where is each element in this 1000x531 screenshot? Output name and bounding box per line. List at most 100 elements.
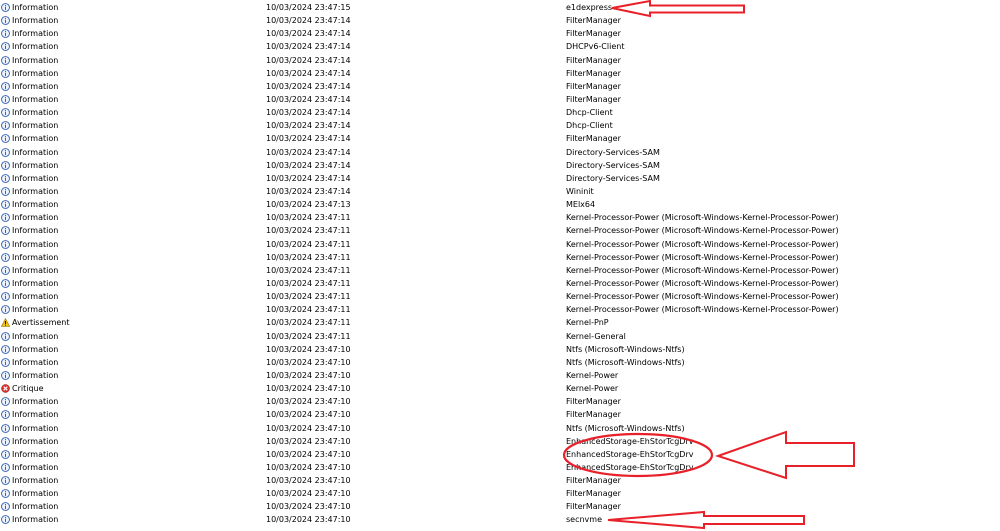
- event-datetime: 10/03/2024 23:47:11: [266, 265, 351, 275]
- event-row[interactable]: Avertissement 10/03/2024 23:47:11 Kernel-P…: [0, 316, 1000, 329]
- event-source: FilterManager: [566, 134, 621, 144]
- event-row[interactable]: Critique 10/03/2024 23:47:10 Kernel-Power: [0, 382, 1000, 395]
- event-datetime: 10/03/2024 23:47:10: [266, 344, 351, 354]
- event-row[interactable]: Information 10/03/2024 23:47:11 Kernel-Pro…: [0, 211, 1000, 224]
- info-icon: [1, 476, 10, 485]
- event-level: Information: [12, 357, 59, 367]
- event-source: EnhancedStorage-EhStorTcgDrv: [566, 436, 694, 446]
- info-icon: [1, 397, 10, 407]
- event-row[interactable]: Information 10/03/2024 23:47:10 FilterMana…: [0, 500, 1000, 513]
- event-datetime: 10/03/2024 23:47:14: [266, 29, 351, 39]
- info-icon: [1, 160, 10, 170]
- event-row[interactable]: Information 10/03/2024 23:47:14 FilterMana…: [0, 80, 1000, 93]
- event-datetime: 10/03/2024 23:47:10: [266, 370, 351, 380]
- event-datetime: 10/03/2024 23:47:10: [266, 357, 351, 367]
- event-row[interactable]: Information 10/03/2024 23:47:11 Kernel-Gen…: [0, 330, 1000, 343]
- info-icon: [1, 173, 10, 183]
- event-row[interactable]: Information 10/03/2024 23:47:14 FilterMana…: [0, 54, 1000, 67]
- event-row[interactable]: Information 10/03/2024 23:47:11 Kernel-Pro…: [0, 224, 1000, 237]
- event-source: Directory-Services-SAM: [566, 147, 660, 157]
- event-row[interactable]: Information 10/03/2024 23:47:11 Kernel-Pro…: [0, 264, 1000, 277]
- event-row[interactable]: Information 10/03/2024 23:47:10 EnhancedSt…: [0, 448, 1000, 461]
- event-row[interactable]: Information 10/03/2024 23:47:14 Dhcp-Clien…: [0, 119, 1000, 132]
- event-row[interactable]: Information 10/03/2024 23:47:11 Kernel-Pro…: [0, 277, 1000, 290]
- event-source: Directory-Services-SAM: [566, 160, 660, 170]
- info-icon: [1, 502, 10, 512]
- event-row[interactable]: Information 10/03/2024 23:47:14 Dhcp-Clien…: [0, 106, 1000, 119]
- info-icon: [1, 108, 10, 118]
- event-row[interactable]: Information 10/03/2024 23:47:10 FilterMana…: [0, 408, 1000, 421]
- event-datetime: 10/03/2024 23:47:13: [266, 200, 351, 210]
- event-row[interactable]: Information 10/03/2024 23:47:11 Kernel-Pro…: [0, 303, 1000, 316]
- event-level: Information: [12, 200, 59, 210]
- event-level: Information: [12, 423, 59, 433]
- event-row[interactable]: Information 10/03/2024 23:47:10 FilterMana…: [0, 474, 1000, 487]
- event-row[interactable]: Information 10/03/2024 23:47:14 FilterMana…: [0, 132, 1000, 145]
- event-source: FilterManager: [566, 476, 621, 486]
- event-row[interactable]: Information 10/03/2024 23:47:10 Ntfs (Micr…: [0, 422, 1000, 435]
- event-datetime: 10/03/2024 23:47:10: [266, 410, 351, 420]
- event-row[interactable]: Information 10/03/2024 23:47:14 FilterMana…: [0, 93, 1000, 106]
- event-row[interactable]: Information 10/03/2024 23:47:10 Ntfs (Micr…: [0, 356, 1000, 369]
- event-row[interactable]: Information 10/03/2024 23:47:14 Directory-…: [0, 172, 1000, 185]
- event-level: Information: [12, 226, 59, 236]
- event-row[interactable]: Information 10/03/2024 23:47:14 Directory-…: [0, 159, 1000, 172]
- event-row[interactable]: Information 10/03/2024 23:47:11 Kernel-Pro…: [0, 251, 1000, 264]
- info-icon: [1, 344, 10, 354]
- info-icon: [1, 55, 10, 65]
- event-level: Information: [12, 42, 59, 52]
- event-row[interactable]: Information 10/03/2024 23:47:14 Directory-…: [0, 146, 1000, 159]
- event-row[interactable]: Information 10/03/2024 23:47:10 Kernel-Pow…: [0, 369, 1000, 382]
- event-datetime: 10/03/2024 23:47:14: [266, 42, 351, 52]
- info-icon: [1, 265, 10, 275]
- critical-icon: [1, 384, 10, 393]
- event-row[interactable]: Information 10/03/2024 23:47:10 secnvme: [0, 513, 1000, 526]
- event-level: Information: [12, 265, 59, 275]
- event-row[interactable]: Information 10/03/2024 23:47:14 FilterMana…: [0, 67, 1000, 80]
- event-level: Critique: [12, 384, 44, 394]
- event-row[interactable]: Information 10/03/2024 23:47:15 e1dexpress: [0, 1, 1000, 14]
- event-source: DHCPv6-Client: [566, 42, 625, 52]
- event-row[interactable]: Information 10/03/2024 23:47:14 FilterMana…: [0, 14, 1000, 27]
- event-level: Avertissement: [12, 318, 70, 328]
- event-datetime: 10/03/2024 23:47:14: [266, 134, 351, 144]
- event-row[interactable]: Information 10/03/2024 23:47:13 MElx64: [0, 198, 1000, 211]
- event-source: Dhcp-Client: [566, 108, 613, 118]
- info-icon: [1, 3, 10, 12]
- event-source: secnvme: [566, 515, 603, 525]
- info-icon: [1, 16, 10, 26]
- event-row[interactable]: Information 10/03/2024 23:47:11 Kernel-Pro…: [0, 238, 1000, 251]
- event-row[interactable]: Information 10/03/2024 23:47:10 FilterMana…: [0, 487, 1000, 500]
- event-source: FilterManager: [566, 502, 621, 512]
- event-level: Information: [12, 160, 59, 170]
- event-row[interactable]: Information 10/03/2024 23:47:11 Kernel-Pro…: [0, 290, 1000, 303]
- event-level: Information: [12, 449, 59, 459]
- event-level: Information: [12, 3, 59, 12]
- event-level: Information: [12, 476, 59, 486]
- event-row[interactable]: Information 10/03/2024 23:47:10 EnhancedSt…: [0, 461, 1000, 474]
- event-row[interactable]: Information 10/03/2024 23:47:10 Ntfs (Micr…: [0, 343, 1000, 356]
- event-datetime: 10/03/2024 23:47:10: [266, 384, 351, 394]
- event-datetime: 10/03/2024 23:47:10: [266, 502, 351, 512]
- event-datetime: 10/03/2024 23:47:14: [266, 173, 351, 183]
- info-icon: [1, 239, 10, 249]
- event-row[interactable]: Information 10/03/2024 23:47:14 DHCPv6-Cli…: [0, 40, 1000, 53]
- event-source: Kernel-Processor-Power (Microsoft-Window…: [566, 239, 839, 249]
- info-icon: [1, 463, 10, 472]
- event-row[interactable]: Information 10/03/2024 23:47:10 EnhancedSt…: [0, 435, 1000, 448]
- event-datetime: 10/03/2024 23:47:14: [266, 108, 351, 118]
- info-icon: [1, 29, 10, 39]
- event-source: Directory-Services-SAM: [566, 173, 660, 183]
- event-row[interactable]: Information 10/03/2024 23:47:14 FilterMana…: [0, 27, 1000, 40]
- event-level: Information: [12, 147, 59, 157]
- event-level: Information: [12, 397, 59, 407]
- event-level: Information: [12, 278, 59, 288]
- event-source: FilterManager: [566, 16, 621, 26]
- info-icon: [1, 515, 10, 525]
- event-datetime: 10/03/2024 23:47:11: [266, 226, 351, 236]
- event-level: Information: [12, 16, 59, 26]
- event-datetime: 10/03/2024 23:47:11: [266, 278, 351, 288]
- info-icon: [1, 410, 10, 420]
- event-row[interactable]: Information 10/03/2024 23:47:14 Wininit: [0, 185, 1000, 198]
- event-row[interactable]: Information 10/03/2024 23:47:10 FilterMana…: [0, 395, 1000, 408]
